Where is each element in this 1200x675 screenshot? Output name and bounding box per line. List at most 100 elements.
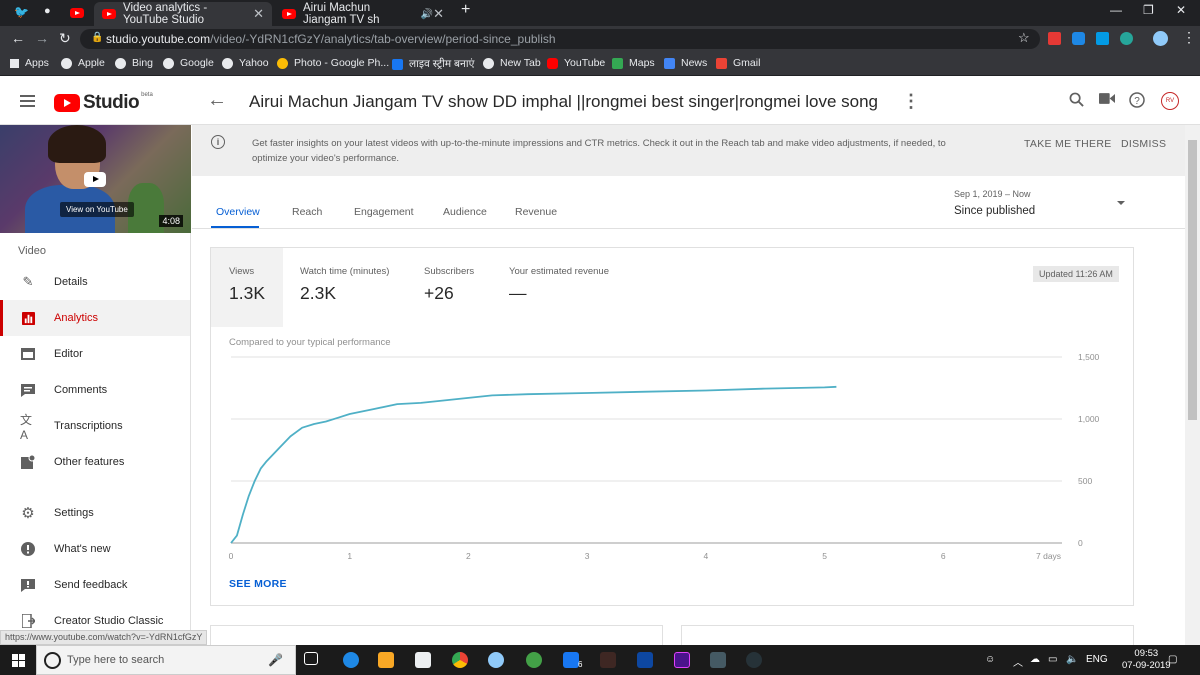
- close-tab-icon[interactable]: ✕: [433, 6, 444, 22]
- lock-icon: 🔒: [91, 32, 104, 43]
- extension-icon[interactable]: [1120, 32, 1133, 45]
- microphone-icon[interactable]: 🎤: [268, 653, 283, 667]
- tab-video-analytics[interactable]: Video analytics - YouTube Studio ✕: [94, 2, 272, 26]
- bookmark-live-stream[interactable]: लाइव स्ट्रीम बनाएं: [392, 57, 474, 71]
- edge-icon[interactable]: [343, 652, 359, 668]
- restore-button[interactable]: ❐: [1143, 3, 1154, 17]
- period-range[interactable]: Sep 1, 2019 – Now: [954, 189, 1031, 199]
- steam-icon[interactable]: [746, 652, 762, 668]
- x-tick-label: 1: [347, 551, 352, 561]
- close-window-button[interactable]: ✕: [1176, 3, 1186, 17]
- taskbar-search[interactable]: Type here to search 🎤: [36, 645, 296, 675]
- speaker-icon[interactable]: 🔊: [421, 9, 433, 20]
- app-icon[interactable]: [637, 652, 653, 668]
- sidebar-item-settings[interactable]: ⚙ Settings: [0, 495, 190, 531]
- tab-overview[interactable]: Overview: [216, 206, 260, 218]
- close-tab-icon[interactable]: ✕: [253, 6, 264, 22]
- battery-icon[interactable]: ▭: [1048, 654, 1057, 665]
- file-explorer-icon[interactable]: [378, 652, 394, 668]
- view-on-youtube-label[interactable]: View on YouTube: [60, 202, 134, 217]
- see-more-button[interactable]: SEE MORE: [229, 578, 287, 590]
- dismiss-button[interactable]: DISMISS: [1121, 138, 1166, 150]
- bookmark-news[interactable]: News: [664, 57, 707, 69]
- clock[interactable]: 09:53 07-09-2019: [1122, 648, 1171, 672]
- video-thumbnail[interactable]: View on YouTube 4:08: [0, 125, 191, 233]
- new-tab-button[interactable]: +: [461, 1, 470, 19]
- bookmark-star-icon[interactable]: ☆: [1018, 30, 1030, 46]
- studio-logo[interactable]: Studio beta: [54, 92, 153, 114]
- globe-icon: [115, 57, 126, 69]
- bookmark-new-tab[interactable]: New Tab: [483, 57, 541, 69]
- sidebar-item-analytics[interactable]: Analytics: [0, 300, 190, 336]
- bookmark-gmail[interactable]: Gmail: [716, 57, 760, 69]
- mail-icon[interactable]: [415, 652, 431, 668]
- people-icon[interactable]: ☺: [985, 654, 995, 665]
- period-selector[interactable]: Since published: [954, 205, 1035, 217]
- reload-icon[interactable]: ↻: [59, 30, 71, 47]
- bottom-card: [681, 625, 1134, 645]
- bookmark-bing[interactable]: Bing: [115, 57, 153, 69]
- sidebar-item-comments[interactable]: Comments: [0, 372, 190, 408]
- action-center-icon[interactable]: ▢: [1168, 654, 1177, 665]
- chrome-menu-icon[interactable]: ⋮: [1182, 29, 1196, 46]
- tab-revenue[interactable]: Revenue: [515, 206, 557, 218]
- profile-icon[interactable]: [1153, 31, 1168, 46]
- tab-reach[interactable]: Reach: [292, 206, 322, 218]
- scrollbar-thumb[interactable]: [1188, 140, 1197, 420]
- pinned-tab-icon[interactable]: ●: [44, 5, 60, 21]
- scrollbar[interactable]: [1185, 125, 1200, 645]
- facebook-icon[interactable]: [563, 652, 579, 668]
- extension-icon[interactable]: [1096, 32, 1109, 45]
- bookmark-yahoo[interactable]: Yahoo: [222, 57, 269, 69]
- take-me-there-button[interactable]: TAKE ME THERE: [1024, 138, 1112, 150]
- task-view-icon[interactable]: [304, 652, 318, 665]
- bookmark-youtube[interactable]: YouTube: [547, 57, 605, 69]
- premiere-icon[interactable]: [674, 652, 690, 668]
- bookmark-apple[interactable]: Apple: [61, 57, 105, 69]
- chrome-icon[interactable]: [452, 652, 468, 668]
- bookmark-google[interactable]: Google: [163, 57, 214, 69]
- tab-airui-video[interactable]: Airui Machun Jiangam TV sh 🔊 ✕: [274, 2, 452, 26]
- search-icon[interactable]: [1069, 92, 1084, 112]
- sidebar-item-details[interactable]: ✎ Details: [0, 264, 190, 300]
- sidebar-item-send-feedback[interactable]: Send feedback: [0, 567, 190, 603]
- forward-arrow-icon[interactable]: →: [35, 30, 49, 46]
- volume-icon[interactable]: 🔈: [1066, 654, 1078, 665]
- dropdown-arrow-icon[interactable]: [1117, 201, 1125, 205]
- sidebar-item-other-features[interactable]: Other features: [0, 444, 190, 480]
- twitter-tab-icon[interactable]: 🐦: [14, 5, 30, 21]
- sidebar-item-transcriptions[interactable]: 文A Transcriptions: [0, 408, 190, 444]
- tab-engagement[interactable]: Engagement: [354, 206, 414, 218]
- x-tick-label: 4: [703, 551, 708, 561]
- sidebar-item-whats-new[interactable]: What's new: [0, 531, 190, 567]
- onedrive-icon[interactable]: ☁: [1030, 654, 1040, 665]
- play-icon[interactable]: [84, 172, 106, 187]
- y-tick-label: 500: [1078, 476, 1092, 486]
- hamburger-menu-icon[interactable]: [20, 95, 35, 97]
- bookmark-google-photos[interactable]: Photo - Google Ph...: [277, 57, 389, 69]
- back-arrow-icon[interactable]: ←: [207, 89, 227, 112]
- url-omnibox[interactable]: 🔒 studio.youtube.com/video/-YdRN1cfGzY/a…: [80, 29, 1040, 49]
- extension-icon[interactable]: [1048, 32, 1061, 45]
- back-arrow-icon[interactable]: ←: [11, 30, 25, 46]
- help-icon[interactable]: ?: [1129, 92, 1145, 113]
- app-icon[interactable]: [710, 652, 726, 668]
- minimize-button[interactable]: —: [1110, 3, 1122, 17]
- bookmark-apps[interactable]: Apps: [10, 57, 49, 69]
- bookmark-maps[interactable]: Maps: [612, 57, 655, 69]
- language-indicator[interactable]: ENG: [1086, 654, 1108, 665]
- windows-start-icon[interactable]: [12, 654, 25, 667]
- youtube-tab-icon[interactable]: [70, 5, 86, 21]
- x-tick-label: 6: [941, 551, 946, 561]
- tray-chevron-icon[interactable]: ︿: [1013, 654, 1023, 669]
- avatar[interactable]: RV: [1161, 92, 1179, 110]
- svg-text:?: ?: [1134, 96, 1140, 107]
- more-options-icon[interactable]: ⋮: [902, 91, 920, 112]
- sidebar-item-editor[interactable]: Editor: [0, 336, 190, 372]
- xbox-icon[interactable]: [526, 652, 542, 668]
- tab-audience[interactable]: Audience: [443, 206, 487, 218]
- create-video-icon[interactable]: [1099, 92, 1115, 110]
- app-icon[interactable]: [488, 652, 504, 668]
- extension-icon[interactable]: [1072, 32, 1085, 45]
- pubg-icon[interactable]: [600, 652, 616, 668]
